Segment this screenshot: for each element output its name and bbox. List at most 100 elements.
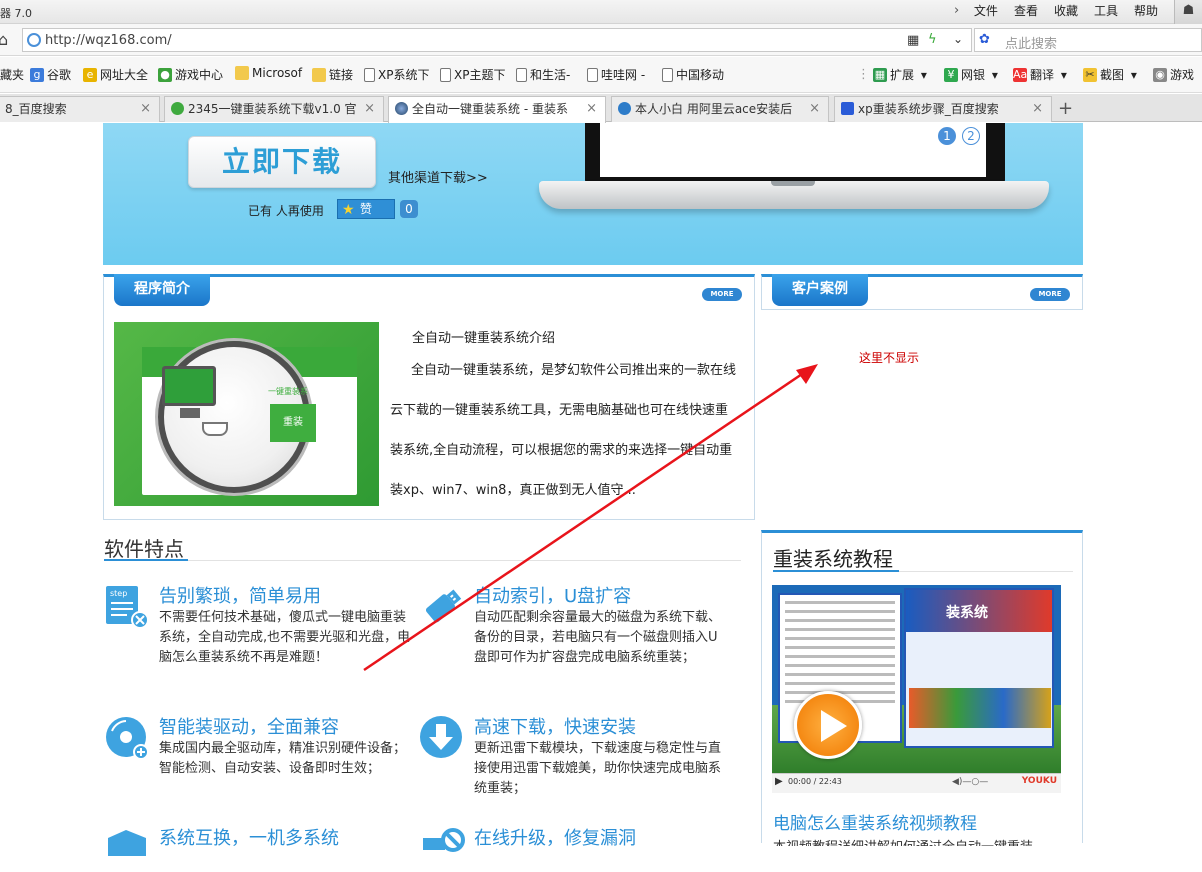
screenshot-icon: ✂ bbox=[1083, 67, 1097, 82]
intro-tab[interactable]: 程序简介 bbox=[114, 274, 210, 306]
close-icon[interactable]: × bbox=[809, 97, 820, 121]
tool-label: 扩展 bbox=[890, 68, 915, 82]
play-icon[interactable] bbox=[794, 691, 862, 759]
tab[interactable]: xp重装系统步骤_百度搜索 × bbox=[834, 96, 1052, 122]
url-field[interactable]: http://wqz168.com/ ▦ ϟ ⌄ bbox=[22, 28, 972, 52]
title-bar: 器 7.0 › 文件 查看 收藏 工具 帮助 ☗ bbox=[0, 0, 1202, 24]
url-text[interactable]: http://wqz168.com/ bbox=[45, 33, 172, 48]
fav-item[interactable]: 中国移动 bbox=[662, 66, 724, 83]
other-download-link[interactable]: 其他渠道下载>> bbox=[388, 167, 488, 186]
tab-active[interactable]: 全自动一键重装系统 - 重装系 × bbox=[388, 96, 606, 123]
chevron-down-icon[interactable]: ⌄ bbox=[953, 32, 963, 46]
more-button[interactable]: MORE bbox=[1030, 288, 1070, 301]
intro-text: 全自动一键重装系统，是梦幻软件公司推出来的一款在线云下载的一键重装系统工具，无需… bbox=[390, 363, 737, 498]
play-small-icon[interactable]: ▶ bbox=[775, 776, 783, 787]
tab-label: 全自动一键重装系统 - 重装系 bbox=[412, 102, 568, 116]
tool-screenshot[interactable]: ✂ 截图 ▾ bbox=[1083, 66, 1137, 83]
video-player[interactable]: 装系统 ▶ 00:00 / 22:43 ◀)—○— YOUKU bbox=[772, 585, 1061, 793]
tool-translate[interactable]: Aa 翻译 ▾ bbox=[1013, 66, 1067, 83]
close-icon[interactable]: × bbox=[1032, 97, 1043, 121]
tab[interactable]: 8_百度搜索 × bbox=[0, 96, 160, 122]
disc-icon bbox=[106, 717, 149, 760]
fav-item[interactable]: g 谷歌 bbox=[30, 66, 71, 83]
site-icon bbox=[395, 102, 408, 115]
app-title: 器 7.0 bbox=[0, 7, 32, 20]
video-controls: ▶ 00:00 / 22:43 ◀)—○— YOUKU bbox=[772, 773, 1061, 793]
fav-label: 哇哇网 - bbox=[601, 68, 646, 82]
annotation-text: 这里不显示 bbox=[859, 351, 920, 365]
fav-item[interactable]: e 网址大全 bbox=[83, 66, 148, 83]
search-field[interactable]: ✿ 点此搜索 bbox=[974, 28, 1202, 52]
shirt-icon[interactable]: ☗ bbox=[1174, 0, 1202, 24]
fav-item[interactable]: 藏夹 bbox=[0, 66, 24, 83]
fav-label: 藏夹 bbox=[0, 68, 25, 82]
video-time: 00:00 / 22:43 bbox=[788, 777, 842, 786]
volume-icon[interactable]: ◀)—○— bbox=[952, 777, 988, 787]
usb-icon bbox=[425, 589, 462, 623]
tab-label: 本人小白 用阿里云ace安装后 bbox=[635, 102, 793, 116]
close-icon[interactable]: × bbox=[140, 97, 151, 121]
cases-tab[interactable]: 客户案例 bbox=[772, 274, 868, 306]
menu-help[interactable]: 帮助 bbox=[1126, 3, 1166, 19]
tool-bank[interactable]: ¥ 网银 ▾ bbox=[944, 66, 998, 83]
fav-label: 谷歌 bbox=[47, 68, 72, 82]
folder-icon bbox=[235, 66, 249, 80]
fav-item[interactable]: XP系统下 bbox=[364, 66, 429, 83]
globe-icon: e bbox=[83, 67, 97, 82]
feature-title: 自动索引，U盘扩容 bbox=[474, 586, 632, 607]
image-caption: 一键重装系 bbox=[268, 387, 308, 396]
menu-bar: 文件 查看 收藏 工具 帮助 bbox=[966, 3, 1166, 19]
google-icon: g bbox=[30, 67, 44, 82]
slide-indicator: 1 2 bbox=[938, 127, 980, 145]
address-bar: ⌂ http://wqz168.com/ ▦ ϟ ⌄ ✿ 点此搜索 bbox=[0, 24, 1202, 56]
tool-game[interactable]: ◉ 游戏 bbox=[1153, 66, 1194, 83]
video-desc: 本视频教程详细讲解如何通过全自动一键重装 bbox=[773, 836, 1073, 846]
chevron-down-icon: ▾ bbox=[1127, 67, 1137, 82]
fav-label: 链接 bbox=[329, 68, 354, 82]
tab-label: 2345一键重装系统下载v1.0 官 bbox=[188, 102, 357, 116]
slide-dot[interactable]: 1 bbox=[938, 127, 956, 145]
download-icon bbox=[420, 716, 462, 758]
close-icon[interactable]: × bbox=[586, 97, 597, 121]
fav-item[interactable]: 哇哇网 - bbox=[587, 66, 645, 83]
fav-item[interactable]: Microsof bbox=[235, 66, 302, 80]
download-now-button[interactable]: 立即下载 bbox=[188, 136, 376, 188]
fav-item[interactable]: 和生活- bbox=[516, 66, 570, 83]
menu-view[interactable]: 查看 bbox=[1006, 3, 1046, 19]
tool-label: 网银 bbox=[961, 68, 986, 82]
fav-label: 网址大全 bbox=[100, 68, 149, 82]
new-tab-button[interactable]: + bbox=[1058, 98, 1073, 119]
cup-icon bbox=[202, 422, 228, 436]
doc-icon bbox=[662, 67, 673, 82]
toolbar-grip: ⋮ bbox=[857, 67, 870, 82]
close-icon[interactable]: × bbox=[364, 97, 375, 121]
slide-dot[interactable]: 2 bbox=[962, 127, 980, 145]
tab[interactable]: 本人小白 用阿里云ace安装后 × bbox=[611, 96, 829, 122]
like-count: 0 bbox=[400, 200, 418, 218]
game-icon: ● bbox=[158, 67, 172, 82]
doc-icon bbox=[516, 67, 527, 82]
search-placeholder[interactable]: 点此搜索 bbox=[1005, 33, 1057, 52]
fav-item[interactable]: ● 游戏中心 bbox=[158, 66, 223, 83]
chevron-right-icon[interactable]: › bbox=[954, 3, 959, 18]
fav-item[interactable]: 链接 bbox=[312, 66, 353, 83]
qr-code-icon[interactable]: ▦ bbox=[907, 33, 919, 48]
feature-title: 告别繁琐，简单易用 bbox=[159, 586, 321, 607]
more-button[interactable]: MORE bbox=[702, 288, 742, 301]
lightning-icon[interactable]: ϟ bbox=[928, 32, 937, 47]
feature-title: 高速下载，快速安装 bbox=[474, 717, 636, 738]
home-icon[interactable]: ⌂ bbox=[0, 30, 8, 49]
menu-tools[interactable]: 工具 bbox=[1086, 3, 1126, 19]
menu-file[interactable]: 文件 bbox=[966, 3, 1006, 19]
no-sign-icon bbox=[423, 828, 465, 852]
like-button[interactable]: ★ 赞 bbox=[337, 199, 395, 219]
baidu-paw-icon[interactable]: ✿ bbox=[979, 32, 990, 47]
tab-bar: 8_百度搜索 × 2345一键重装系统下载v1.0 官 × 全自动一键重装系统 … bbox=[0, 94, 1202, 123]
tab[interactable]: 2345一键重装系统下载v1.0 官 × bbox=[164, 96, 384, 122]
tool-label: 翻译 bbox=[1030, 68, 1055, 82]
menu-favorites[interactable]: 收藏 bbox=[1046, 3, 1086, 19]
fav-item[interactable]: XP主题下 bbox=[440, 66, 505, 83]
video-title[interactable]: 电脑怎么重装系统视频教程 bbox=[773, 809, 977, 834]
tool-extension[interactable]: ▦ 扩展 ▾ bbox=[873, 66, 927, 83]
tutorial-title: 重装系统教程 bbox=[773, 547, 893, 571]
